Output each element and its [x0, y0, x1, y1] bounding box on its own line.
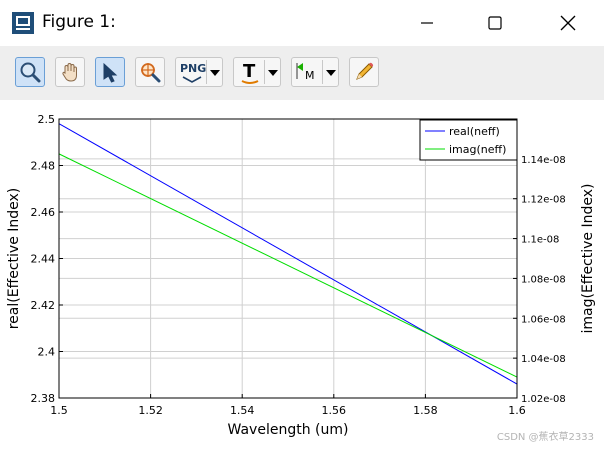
draw-tool-button[interactable] — [349, 57, 379, 87]
chevron-down-icon[interactable] — [210, 70, 220, 76]
target-magnifier-icon — [141, 63, 161, 83]
close-icon — [560, 15, 576, 31]
dropdown-separator — [206, 60, 207, 84]
minimize-icon — [421, 22, 433, 24]
y-axis-label-left: real(Effective Index) — [6, 188, 22, 330]
png-icon-label: PNG — [180, 62, 206, 75]
toolbar: PNG T M — [0, 46, 604, 100]
plot-area[interactable]: 1.5 1.52 1.54 1.56 1.58 1.6 2.5 2.48 2.46 2.44 2.4… — [0, 100, 604, 447]
y-right-tick-label: 1.04e-08 — [521, 354, 566, 365]
pencil-icon — [356, 62, 374, 80]
watermark-text: CSDN @蕉衣草2333 — [496, 432, 594, 443]
export-png-dropdown[interactable]: PNG — [175, 57, 223, 87]
dropdown-separator — [322, 60, 323, 84]
y-left-tick-label: 2.4 — [38, 346, 56, 359]
select-tool-button[interactable] — [95, 57, 125, 87]
y-left-tick-label: 2.38 — [31, 392, 56, 405]
y-right-tick-label: 1.08e-08 — [521, 274, 566, 285]
chevron-down-icon[interactable] — [268, 70, 278, 76]
legend-label-2: imag(neff) — [449, 143, 506, 156]
text-tool-label: T — [243, 61, 256, 82]
y-right-tick-label: 1.1e-08 — [521, 235, 559, 246]
chart-canvas[interactable]: 1.5 1.52 1.54 1.56 1.58 1.6 2.5 2.48 2.46 2.44 2.4… — [0, 100, 604, 447]
zoom-tool-button[interactable] — [15, 57, 45, 87]
x-tick-label: 1.5 — [50, 404, 68, 417]
x-tick-label: 1.58 — [413, 404, 438, 417]
legend-label-1: real(neff) — [449, 125, 500, 138]
x-tick-label: 1.56 — [322, 404, 347, 417]
y-right-tick-label: 1.12e-08 — [521, 195, 566, 206]
text-tool-icon: T — [241, 61, 259, 84]
marker-tool-dropdown[interactable]: M — [291, 57, 339, 87]
app-logo-icon — [12, 12, 34, 34]
y-left-tick-label: 2.44 — [31, 253, 56, 266]
y-right-tick-label: 1.06e-08 — [521, 314, 566, 325]
hand-icon — [62, 62, 77, 82]
png-icon: PNG — [180, 62, 206, 83]
maximize-icon — [488, 16, 502, 30]
title-bar: Figure 1: — [0, 0, 604, 46]
window-title: Figure 1: — [42, 12, 116, 32]
chevron-down-icon[interactable] — [326, 70, 336, 76]
minimize-button[interactable] — [404, 0, 450, 46]
magnifier-icon — [20, 62, 41, 83]
marker-tool-label: M — [305, 69, 315, 82]
y-right-tick-label: 1.02e-08 — [521, 394, 566, 405]
text-tool-dropdown[interactable]: T — [233, 57, 281, 87]
y-left-tick-label: 2.42 — [31, 299, 56, 312]
y-axis-label-right: imag(Effective Index) — [580, 184, 596, 334]
maximize-button[interactable] — [472, 0, 518, 46]
y-right-tick-label: 1.14e-08 — [521, 155, 566, 166]
y-left-tick-label: 2.5 — [38, 113, 56, 126]
pan-tool-button[interactable] — [55, 57, 85, 87]
zoom-to-fit-button[interactable] — [135, 57, 165, 87]
x-axis-label: Wavelength (um) — [228, 422, 349, 438]
x-tick-label: 1.54 — [230, 404, 255, 417]
marker-flag-icon: M — [296, 63, 315, 82]
y-left-tick-label: 2.48 — [31, 160, 56, 173]
pointer-arrow-icon — [103, 62, 118, 83]
y-left-tick-label: 2.46 — [31, 206, 56, 219]
dropdown-separator — [264, 60, 265, 84]
close-button[interactable] — [545, 0, 591, 46]
x-tick-label: 1.6 — [508, 404, 526, 417]
x-tick-label: 1.52 — [138, 404, 163, 417]
